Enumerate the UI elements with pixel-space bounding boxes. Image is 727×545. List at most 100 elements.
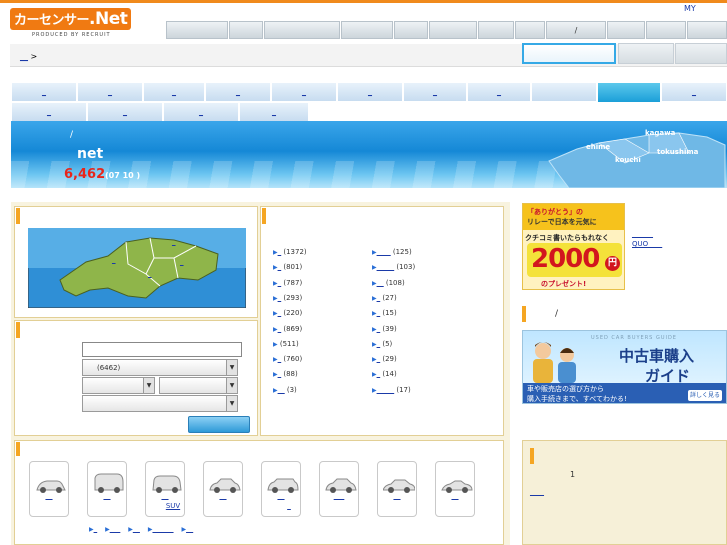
stat-row[interactable]: ▶_ (293) bbox=[273, 294, 302, 302]
body-type-second-line[interactable]: _ bbox=[261, 502, 317, 510]
keyword-input[interactable] bbox=[82, 342, 242, 357]
nav-button-5[interactable] bbox=[394, 21, 428, 39]
stat-row[interactable]: ▶_ (29) bbox=[372, 355, 397, 363]
bottom-link-text[interactable]: __ bbox=[186, 525, 193, 533]
stat-link[interactable]: _ bbox=[278, 355, 282, 363]
pref-tab-8[interactable]: _ bbox=[467, 82, 531, 102]
used-car-guide-banner[interactable]: USED CAR BUYERS GUIDE 中古車購入 ガイド 車や販売店の選び… bbox=[522, 330, 727, 404]
stat-row[interactable]: ▶_____ (103) bbox=[372, 263, 415, 271]
pref-tab-1[interactable]: _ bbox=[11, 82, 77, 102]
bottom-link[interactable]: ▶__ bbox=[182, 525, 194, 533]
nav-button-9[interactable]: / bbox=[546, 21, 606, 39]
promo-link-1[interactable]: ______ bbox=[632, 230, 653, 238]
price-max-select[interactable]: ▼ bbox=[159, 377, 238, 394]
subnav-button-2[interactable] bbox=[618, 43, 674, 64]
stat-link[interactable]: _____ bbox=[377, 263, 395, 271]
nav-button-8[interactable] bbox=[515, 21, 545, 39]
nav-button-1[interactable] bbox=[166, 21, 228, 39]
breadcrumb-home-link[interactable]: __ bbox=[20, 52, 28, 61]
bottom-link[interactable]: ▶______ bbox=[148, 525, 174, 533]
body-type-label[interactable]: __ bbox=[377, 492, 417, 500]
body-type-label[interactable]: __ bbox=[29, 492, 69, 500]
stat-row[interactable]: ▶_ (27) bbox=[372, 294, 397, 302]
pref-tab-4[interactable]: _ bbox=[205, 82, 271, 102]
nav-button-2[interactable] bbox=[229, 21, 263, 39]
stat-link[interactable]: __ bbox=[377, 279, 384, 287]
stat-link[interactable]: __ bbox=[278, 386, 285, 394]
stat-row[interactable]: ▶____ (125) bbox=[372, 248, 412, 256]
maker-select[interactable]: (6462) ▼ bbox=[82, 359, 238, 376]
stat-link[interactable]: _ bbox=[377, 325, 381, 333]
map-pref-link-ehime[interactable]: _ bbox=[112, 256, 116, 264]
body-type-card[interactable] bbox=[203, 461, 243, 517]
bottom-link-text[interactable]: _ bbox=[94, 525, 98, 533]
pref-tab-6[interactable]: _ bbox=[337, 82, 403, 102]
map-pref-link-tokushima[interactable]: _ bbox=[180, 258, 184, 266]
nav-button-3[interactable] bbox=[264, 21, 340, 39]
stat-row[interactable]: ▶_ (14) bbox=[372, 370, 397, 378]
body-type-card[interactable] bbox=[87, 461, 127, 517]
body-type-card[interactable] bbox=[29, 461, 69, 517]
body-type-suv-label[interactable]: SUV bbox=[145, 502, 201, 510]
pref-tab-5[interactable]: _ bbox=[271, 82, 337, 102]
stat-row[interactable]: ▶ (511) bbox=[273, 340, 299, 348]
stat-link[interactable]: _ bbox=[278, 263, 282, 271]
nav-button-12[interactable] bbox=[687, 21, 727, 39]
map-pref-link-kagawa[interactable]: _ bbox=[172, 238, 176, 246]
stat-link[interactable]: _ bbox=[278, 325, 282, 333]
stat-row[interactable]: ▶_ (15) bbox=[372, 309, 397, 317]
bottom-link[interactable]: ▶_ bbox=[89, 525, 97, 533]
bottom-link-text[interactable]: ______ bbox=[153, 525, 174, 533]
pref-tab-9[interactable] bbox=[531, 82, 597, 102]
stat-row[interactable]: ▶_ (88) bbox=[273, 370, 298, 378]
model-select[interactable]: ▼ bbox=[82, 395, 238, 412]
body-type-card[interactable] bbox=[377, 461, 417, 517]
guide-more-button[interactable]: 詳しく見る bbox=[688, 390, 722, 401]
pref-tab-7[interactable]: _ bbox=[403, 82, 467, 102]
pref-tab-active[interactable] bbox=[597, 82, 661, 103]
subnav-button-active[interactable] bbox=[522, 43, 616, 64]
body-type-label[interactable]: __ bbox=[203, 492, 243, 500]
body-type-label[interactable]: ___ bbox=[319, 492, 359, 500]
stat-link[interactable]: _ bbox=[377, 370, 381, 378]
pref-tab-14[interactable]: _ bbox=[239, 102, 309, 122]
stat-link[interactable]: _ bbox=[278, 294, 282, 302]
body-type-label[interactable]: __ bbox=[87, 492, 127, 500]
pref-tab-10[interactable]: _ bbox=[661, 82, 727, 102]
nav-button-10[interactable] bbox=[607, 21, 645, 39]
stat-link[interactable]: _ bbox=[377, 340, 381, 348]
stat-row[interactable]: ▶_ (801) bbox=[273, 263, 302, 271]
stat-row[interactable]: ▶_ (760) bbox=[273, 355, 302, 363]
carsensor-logo[interactable]: カーセンサー.Net PRODUCED BY RECRUIT bbox=[10, 8, 156, 38]
search-button[interactable] bbox=[188, 416, 250, 433]
map-pref-link-kouchi[interactable]: _ bbox=[148, 270, 152, 278]
stat-link[interactable]: _ bbox=[278, 279, 282, 287]
stat-row[interactable]: ▶_ (869) bbox=[273, 325, 302, 333]
promo-link-2[interactable]: QUO____ bbox=[632, 240, 662, 248]
stat-link[interactable]: _ bbox=[278, 370, 282, 378]
bottom-link[interactable]: ▶__ bbox=[128, 525, 140, 533]
my-link[interactable]: MY bbox=[684, 4, 696, 13]
pref-tab-12[interactable]: _ bbox=[87, 102, 163, 122]
review-campaign-banner[interactable]: 「ありがとう」の リレーで日本を元気に クチコミ書いたらもれなく 2000 円 … bbox=[522, 203, 625, 290]
stat-link[interactable]: _____ bbox=[377, 386, 395, 394]
stat-row[interactable]: ▶_ (39) bbox=[372, 325, 397, 333]
stat-link[interactable]: _ bbox=[377, 294, 381, 302]
stat-link[interactable]: _ bbox=[278, 309, 282, 317]
stat-row[interactable]: ▶__ (108) bbox=[372, 279, 405, 287]
pref-tab-2[interactable]: _ bbox=[77, 82, 143, 102]
body-type-label[interactable]: __ bbox=[145, 492, 185, 500]
body-type-card[interactable] bbox=[435, 461, 475, 517]
body-type-label[interactable]: __ bbox=[261, 492, 301, 500]
nav-button-6[interactable] bbox=[429, 21, 477, 39]
body-type-card[interactable] bbox=[319, 461, 359, 517]
pref-tab-13[interactable]: _ bbox=[163, 102, 239, 122]
body-type-label[interactable]: __ bbox=[435, 492, 475, 500]
stat-row[interactable]: ▶_ (1372) bbox=[273, 248, 307, 256]
stat-link[interactable]: _ bbox=[377, 355, 381, 363]
nav-button-7[interactable] bbox=[478, 21, 514, 39]
stat-row[interactable]: ▶_ (5) bbox=[372, 340, 392, 348]
stat-link[interactable]: _ bbox=[278, 248, 282, 256]
pref-tab-11[interactable]: _ bbox=[11, 102, 87, 122]
stat-row[interactable]: ▶__ (3) bbox=[273, 386, 297, 394]
